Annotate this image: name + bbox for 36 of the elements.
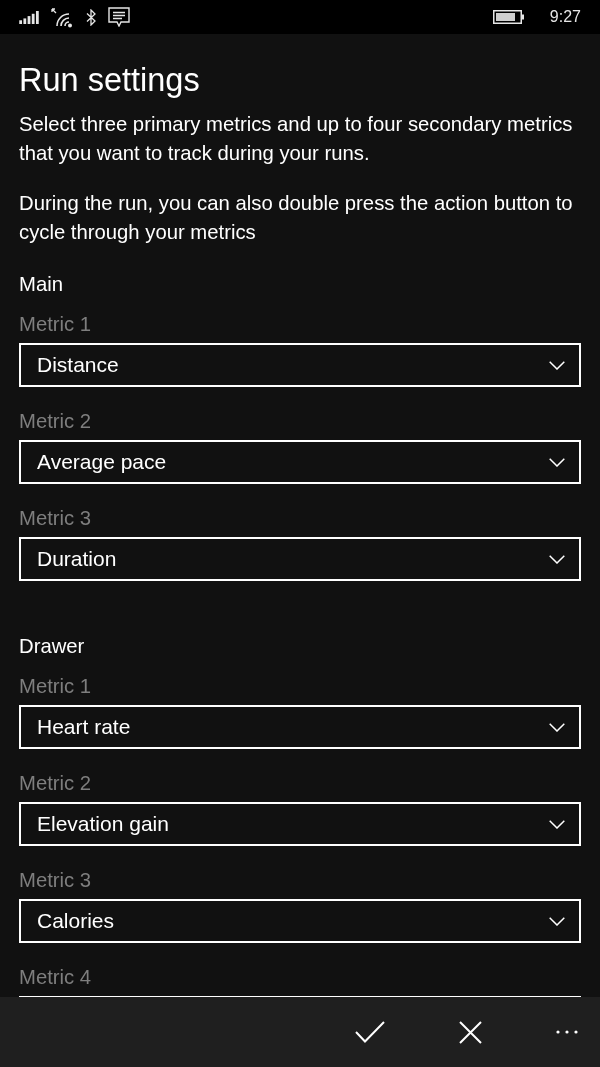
section-heading: Drawer bbox=[19, 634, 85, 659]
field-label: Metric 1 bbox=[19, 312, 92, 337]
chevron-down-icon bbox=[549, 722, 565, 732]
signal-icon bbox=[19, 10, 39, 24]
bluetooth-icon bbox=[86, 8, 96, 26]
check-icon bbox=[355, 1021, 385, 1043]
field-label: Metric 2 bbox=[19, 409, 92, 434]
close-icon bbox=[459, 1020, 482, 1044]
dropdown-field[interactable]: Duration bbox=[19, 537, 581, 581]
clock-time: 9:27 bbox=[549, 7, 581, 27]
dropdown-field[interactable]: Distance bbox=[19, 343, 581, 387]
field-label: Metric 3 bbox=[19, 868, 92, 893]
page-title: Run settings bbox=[19, 61, 200, 100]
chevron-down-icon bbox=[549, 360, 565, 370]
dropdown-field[interactable]: Calories bbox=[19, 899, 581, 943]
dropdown-field[interactable]: Heart rate bbox=[19, 705, 581, 749]
dropdown-field[interactable]: Elevation gain bbox=[19, 802, 581, 846]
wifi-icon bbox=[51, 6, 74, 28]
field-label: Metric 3 bbox=[19, 506, 92, 531]
chevron-down-icon bbox=[549, 819, 565, 829]
section-heading: Main bbox=[19, 272, 63, 297]
chevron-down-icon bbox=[549, 554, 565, 564]
description-text: Select three primary metrics and up to four secondary metrics that you want to track during your runs. bbox=[19, 112, 574, 166]
more-icon bbox=[556, 1030, 578, 1034]
field-label: Metric 2 bbox=[19, 771, 92, 796]
dropdown-field[interactable]: Average pace bbox=[19, 440, 581, 484]
field-label: Metric 1 bbox=[19, 674, 92, 699]
chevron-down-icon bbox=[549, 916, 565, 926]
more-button[interactable] bbox=[556, 1030, 578, 1034]
chevron-down-icon bbox=[549, 457, 565, 467]
battery-icon bbox=[492, 10, 524, 24]
message-icon bbox=[108, 7, 130, 27]
cancel-button[interactable] bbox=[459, 1020, 482, 1044]
field-label: Metric 4 bbox=[19, 965, 92, 990]
accept-button[interactable] bbox=[355, 1021, 385, 1043]
description-text: During the run, you can also double press the action button to cycle through your metrics bbox=[19, 191, 574, 245]
